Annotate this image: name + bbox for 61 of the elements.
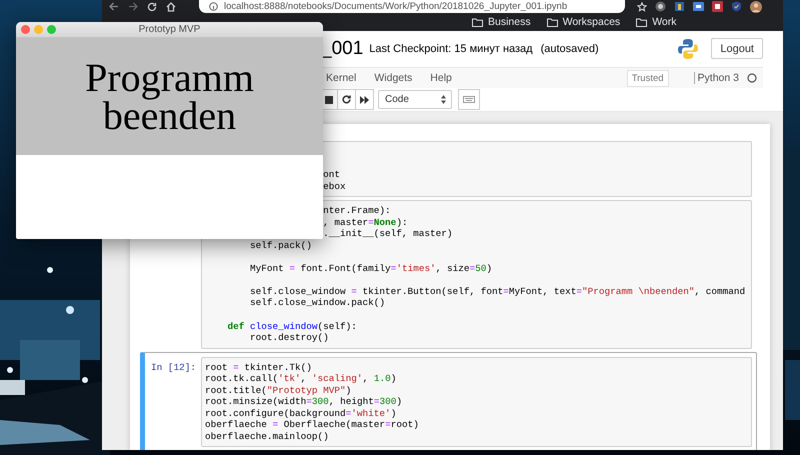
checkpoint-status: Last Checkpoint: 15 минут назад xyxy=(369,42,533,54)
stop-icon xyxy=(324,96,332,104)
code-line: self.pack() xyxy=(249,240,313,252)
star-icon[interactable] xyxy=(637,2,647,12)
bookmark-folder[interactable]: Work xyxy=(636,16,676,28)
code-line: root.minsize(width=300, height=300) xyxy=(205,396,403,408)
code-line: root.configure(background='white') xyxy=(205,408,398,420)
extension-icon[interactable] xyxy=(712,1,723,12)
code-cell-input[interactable] xyxy=(201,200,752,349)
folder-icon xyxy=(546,18,558,26)
shield-icon[interactable] xyxy=(731,1,742,12)
code-line: , master=None): xyxy=(322,216,409,228)
folder-icon xyxy=(472,18,483,26)
code-line: self.close_window.pack() xyxy=(249,297,386,310)
code-line: root.destroy() xyxy=(249,332,330,344)
menu-item[interactable]: Help xyxy=(430,72,452,84)
updown-caret-icon xyxy=(441,95,446,104)
code-line: root.title("Prototyp MVP") xyxy=(205,384,352,396)
reload-icon[interactable] xyxy=(147,2,157,12)
info-icon xyxy=(209,2,218,11)
bookmark-folder[interactable]: Workspaces xyxy=(546,16,620,28)
trusted-indicator[interactable]: Trusted xyxy=(626,70,669,86)
back-arrow-icon[interactable] xyxy=(109,2,119,11)
code-line: oberflaeche = Oberflaeche(master=root) xyxy=(205,419,420,431)
code-cell-input[interactable] xyxy=(201,356,752,448)
code-line: root.tk.call('tk', 'scaling', 1.0) xyxy=(205,373,398,385)
code-line: oberflaeche.mainloop() xyxy=(205,430,330,442)
quit-button[interactable]: Programm beenden xyxy=(16,38,323,155)
home-icon[interactable] xyxy=(166,2,176,12)
window-title: Prototyp MVP xyxy=(138,24,200,35)
code-line: def close_window(self): xyxy=(226,320,358,332)
keyboard-button[interactable] xyxy=(458,89,480,110)
code-line: self.close_window = tkinter.Button(self, font=MyFont, text="Programm \nbeenden", command xyxy=(249,286,746,298)
fast-forward-icon xyxy=(360,96,369,104)
avatar-icon[interactable] xyxy=(750,0,762,12)
code-line: .__init__(self, master) xyxy=(322,228,454,240)
code-line: MyFont = font.Font(family='times', size=50) xyxy=(249,262,494,274)
restart-icon xyxy=(342,95,351,104)
extension-icon[interactable] xyxy=(693,1,704,12)
code-line: nter.Frame): xyxy=(322,205,392,217)
code-line: ebox xyxy=(322,180,347,192)
code-line: root = tkinter.Tk() xyxy=(205,362,313,374)
forward-arrow-icon[interactable] xyxy=(128,2,138,11)
restart-button[interactable] xyxy=(337,89,356,110)
extension-icon[interactable] xyxy=(655,1,666,12)
menu-item[interactable]: Kernel xyxy=(326,72,356,84)
bookmark-folder[interactable]: Business xyxy=(472,16,531,28)
cell-type-select[interactable]: Code xyxy=(378,90,452,109)
menu-item[interactable]: Widgets xyxy=(374,72,412,84)
extension-icon[interactable] xyxy=(674,1,685,12)
notebook-title[interactable]: _001 xyxy=(321,38,364,60)
logo-icon[interactable] xyxy=(677,38,700,60)
logout-button[interactable]: Logout xyxy=(711,38,763,59)
cell-prompt: In [12]: xyxy=(150,362,196,373)
kernel-name: Python 3 xyxy=(694,72,739,84)
address-bar[interactable]: localhost:8888/notebooks/Documents/Work/Python/20181026_Jupyter_001.ipynb xyxy=(199,0,625,13)
run-all-button[interactable] xyxy=(355,89,374,110)
keyboard-icon xyxy=(463,96,475,103)
folder-icon xyxy=(636,18,648,26)
autosave-status: (autosaved) xyxy=(540,42,599,54)
code-line: ont xyxy=(322,169,342,181)
